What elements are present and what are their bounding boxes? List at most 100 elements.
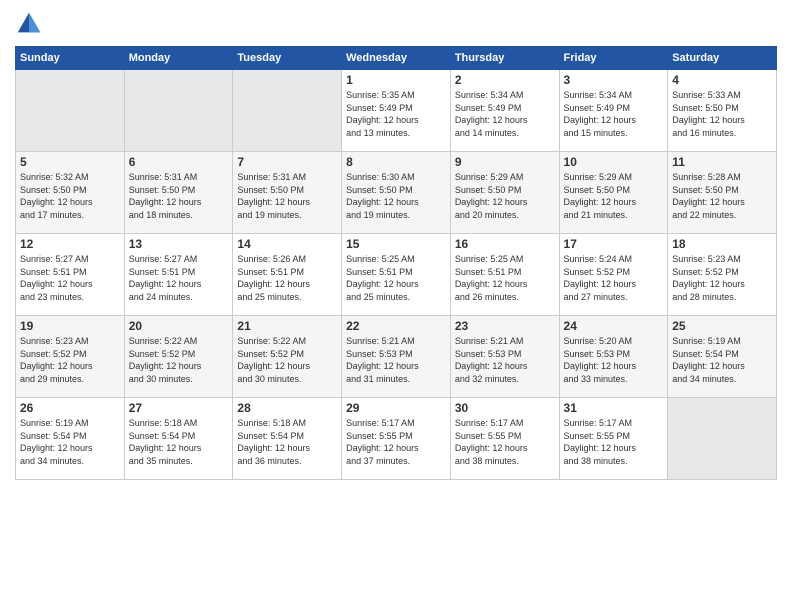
day-info: Sunrise: 5:30 AM Sunset: 5:50 PM Dayligh…: [346, 171, 446, 221]
day-number: 24: [564, 319, 664, 333]
day-info: Sunrise: 5:25 AM Sunset: 5:51 PM Dayligh…: [455, 253, 555, 303]
day-info: Sunrise: 5:29 AM Sunset: 5:50 PM Dayligh…: [564, 171, 664, 221]
calendar-cell: 22 Sunrise: 5:21 AM Sunset: 5:53 PM Dayli…: [342, 316, 451, 398]
day-number: 10: [564, 155, 664, 169]
day-number: 26: [20, 401, 120, 415]
day-number: 27: [129, 401, 229, 415]
week-row-1: 1 Sunrise: 5:35 AM Sunset: 5:49 PM Daylig…: [16, 70, 777, 152]
day-info: Sunrise: 5:26 AM Sunset: 5:51 PM Dayligh…: [237, 253, 337, 303]
day-info: Sunrise: 5:17 AM Sunset: 5:55 PM Dayligh…: [564, 417, 664, 467]
day-info: Sunrise: 5:19 AM Sunset: 5:54 PM Dayligh…: [20, 417, 120, 467]
page: SundayMondayTuesdayWednesdayThursdayFrid…: [0, 0, 792, 612]
day-number: 13: [129, 237, 229, 251]
day-info: Sunrise: 5:20 AM Sunset: 5:53 PM Dayligh…: [564, 335, 664, 385]
day-number: 29: [346, 401, 446, 415]
day-number: 20: [129, 319, 229, 333]
week-row-5: 26 Sunrise: 5:19 AM Sunset: 5:54 PM Dayli…: [16, 398, 777, 480]
day-info: Sunrise: 5:23 AM Sunset: 5:52 PM Dayligh…: [672, 253, 772, 303]
calendar-cell: 21Sunrise: 5:22 AM Sunset: 5:52 PM Dayli…: [233, 316, 342, 398]
day-number: 9: [455, 155, 555, 169]
day-info: Sunrise: 5:18 AM Sunset: 5:54 PM Dayligh…: [237, 417, 337, 467]
weekday-header-wednesday: Wednesday: [342, 47, 451, 70]
calendar-cell: 19Sunrise: 5:23 AM Sunset: 5:52 PM Dayli…: [16, 316, 125, 398]
calendar-cell: 29 Sunrise: 5:17 AM Sunset: 5:55 PM Dayli…: [342, 398, 451, 480]
day-number: 4: [672, 73, 772, 87]
weekday-header-saturday: Saturday: [668, 47, 777, 70]
day-number: 14: [237, 237, 337, 251]
day-number: 31: [564, 401, 664, 415]
day-info: Sunrise: 5:25 AM Sunset: 5:51 PM Dayligh…: [346, 253, 446, 303]
calendar-cell: 8 Sunrise: 5:30 AM Sunset: 5:50 PM Daylig…: [342, 152, 451, 234]
day-number: 22: [346, 319, 446, 333]
calendar-cell: 17 Sunrise: 5:24 AM Sunset: 5:52 PM Dayli…: [559, 234, 668, 316]
calendar-cell: 15Sunrise: 5:25 AM Sunset: 5:51 PM Dayli…: [342, 234, 451, 316]
calendar-cell: 26 Sunrise: 5:19 AM Sunset: 5:54 PM Dayli…: [16, 398, 125, 480]
day-number: 19: [20, 319, 120, 333]
day-info: Sunrise: 5:33 AM Sunset: 5:50 PM Dayligh…: [672, 89, 772, 139]
day-number: 7: [237, 155, 337, 169]
calendar-cell: 3 Sunrise: 5:34 AM Sunset: 5:49 PM Daylig…: [559, 70, 668, 152]
day-number: 28: [237, 401, 337, 415]
day-info: Sunrise: 5:34 AM Sunset: 5:49 PM Dayligh…: [564, 89, 664, 139]
calendar-cell: 9 Sunrise: 5:29 AM Sunset: 5:50 PM Daylig…: [450, 152, 559, 234]
day-number: 3: [564, 73, 664, 87]
calendar-cell: 20Sunrise: 5:22 AM Sunset: 5:52 PM Dayli…: [124, 316, 233, 398]
week-row-4: 19Sunrise: 5:23 AM Sunset: 5:52 PM Dayli…: [16, 316, 777, 398]
calendar-cell: 30 Sunrise: 5:17 AM Sunset: 5:55 PM Dayli…: [450, 398, 559, 480]
calendar-cell: 14 Sunrise: 5:26 AM Sunset: 5:51 PM Dayli…: [233, 234, 342, 316]
weekday-header-thursday: Thursday: [450, 47, 559, 70]
calendar-header-row: SundayMondayTuesdayWednesdayThursdayFrid…: [16, 47, 777, 70]
calendar: SundayMondayTuesdayWednesdayThursdayFrid…: [15, 46, 777, 480]
calendar-cell: 4 Sunrise: 5:33 AM Sunset: 5:50 PM Daylig…: [668, 70, 777, 152]
weekday-header-monday: Monday: [124, 47, 233, 70]
day-number: 1: [346, 73, 446, 87]
day-info: Sunrise: 5:35 AM Sunset: 5:49 PM Dayligh…: [346, 89, 446, 139]
logo-icon: [15, 10, 43, 38]
calendar-cell: 16 Sunrise: 5:25 AM Sunset: 5:51 PM Dayli…: [450, 234, 559, 316]
calendar-cell: 25 Sunrise: 5:19 AM Sunset: 5:54 PM Dayli…: [668, 316, 777, 398]
calendar-cell: 13Sunrise: 5:27 AM Sunset: 5:51 PM Dayli…: [124, 234, 233, 316]
day-info: Sunrise: 5:21 AM Sunset: 5:53 PM Dayligh…: [346, 335, 446, 385]
calendar-cell: 10 Sunrise: 5:29 AM Sunset: 5:50 PM Dayli…: [559, 152, 668, 234]
calendar-cell: 7 Sunrise: 5:31 AM Sunset: 5:50 PM Daylig…: [233, 152, 342, 234]
day-info: Sunrise: 5:18 AM Sunset: 5:54 PM Dayligh…: [129, 417, 229, 467]
day-number: 8: [346, 155, 446, 169]
day-number: 23: [455, 319, 555, 333]
day-info: Sunrise: 5:31 AM Sunset: 5:50 PM Dayligh…: [237, 171, 337, 221]
day-info: Sunrise: 5:29 AM Sunset: 5:50 PM Dayligh…: [455, 171, 555, 221]
day-number: 6: [129, 155, 229, 169]
calendar-cell: 23 Sunrise: 5:21 AM Sunset: 5:53 PM Dayli…: [450, 316, 559, 398]
calendar-cell: 24 Sunrise: 5:20 AM Sunset: 5:53 PM Dayli…: [559, 316, 668, 398]
calendar-cell: 6Sunrise: 5:31 AM Sunset: 5:50 PM Daylig…: [124, 152, 233, 234]
day-number: 17: [564, 237, 664, 251]
weekday-header-tuesday: Tuesday: [233, 47, 342, 70]
weekday-header-sunday: Sunday: [16, 47, 125, 70]
day-info: Sunrise: 5:22 AM Sunset: 5:52 PM Dayligh…: [237, 335, 337, 385]
day-number: 25: [672, 319, 772, 333]
week-row-2: 5 Sunrise: 5:32 AM Sunset: 5:50 PM Daylig…: [16, 152, 777, 234]
calendar-cell: 11Sunrise: 5:28 AM Sunset: 5:50 PM Dayli…: [668, 152, 777, 234]
calendar-cell: 18Sunrise: 5:23 AM Sunset: 5:52 PM Dayli…: [668, 234, 777, 316]
calendar-cell: 31 Sunrise: 5:17 AM Sunset: 5:55 PM Dayli…: [559, 398, 668, 480]
calendar-cell: 5 Sunrise: 5:32 AM Sunset: 5:50 PM Daylig…: [16, 152, 125, 234]
day-info: Sunrise: 5:34 AM Sunset: 5:49 PM Dayligh…: [455, 89, 555, 139]
day-number: 30: [455, 401, 555, 415]
day-info: Sunrise: 5:32 AM Sunset: 5:50 PM Dayligh…: [20, 171, 120, 221]
logo: [15, 10, 47, 38]
day-number: 11: [672, 155, 772, 169]
day-info: Sunrise: 5:21 AM Sunset: 5:53 PM Dayligh…: [455, 335, 555, 385]
day-number: 5: [20, 155, 120, 169]
calendar-cell: 12Sunrise: 5:27 AM Sunset: 5:51 PM Dayli…: [16, 234, 125, 316]
weekday-header-friday: Friday: [559, 47, 668, 70]
day-number: 12: [20, 237, 120, 251]
day-info: Sunrise: 5:17 AM Sunset: 5:55 PM Dayligh…: [455, 417, 555, 467]
calendar-cell: 2 Sunrise: 5:34 AM Sunset: 5:49 PM Daylig…: [450, 70, 559, 152]
calendar-cell: 28 Sunrise: 5:18 AM Sunset: 5:54 PM Dayli…: [233, 398, 342, 480]
day-info: Sunrise: 5:19 AM Sunset: 5:54 PM Dayligh…: [672, 335, 772, 385]
calendar-cell: 27 Sunrise: 5:18 AM Sunset: 5:54 PM Dayli…: [124, 398, 233, 480]
calendar-cell: [124, 70, 233, 152]
day-number: 16: [455, 237, 555, 251]
day-info: Sunrise: 5:17 AM Sunset: 5:55 PM Dayligh…: [346, 417, 446, 467]
day-number: 2: [455, 73, 555, 87]
day-info: Sunrise: 5:24 AM Sunset: 5:52 PM Dayligh…: [564, 253, 664, 303]
